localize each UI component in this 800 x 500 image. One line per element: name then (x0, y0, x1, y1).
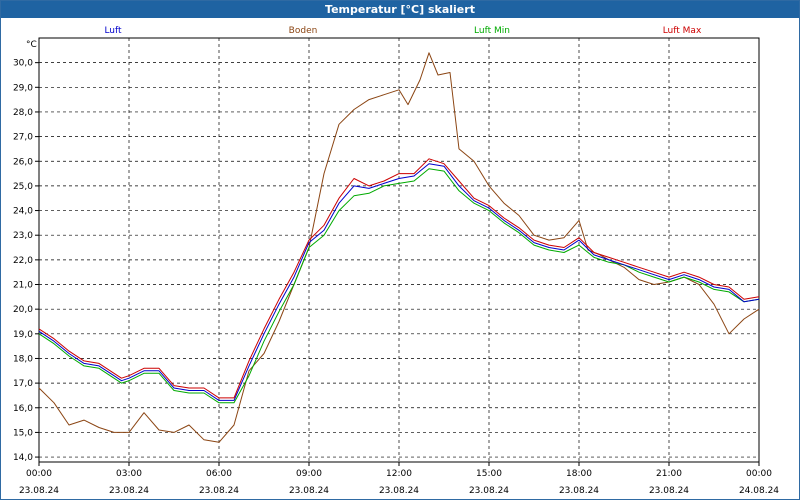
x-tick-date-label: 23.08.24 (109, 486, 149, 496)
x-tick-date-label: 23.08.24 (19, 486, 59, 496)
y-tick-label: 23,0 (13, 231, 33, 241)
temperature-chart: 14,0 15,0 16,0 17,0 18,0 19,0 20,0 21,0 22,0 23,0… (13, 26, 779, 496)
y-tick-label: 16,0 (13, 404, 33, 414)
x-tick-date-label: 23.08.24 (559, 486, 599, 496)
x-tick-date-label: 23.08.24 (199, 486, 239, 496)
x-tick-date-label: 23.08.24 (469, 486, 509, 496)
x-tick-date-label: 24.08.24 (739, 486, 779, 496)
legend-entry-boden: Boden (289, 26, 318, 36)
x-tick-date-label: 23.08.24 (379, 486, 419, 496)
y-tick-label: 24,0 (13, 207, 33, 217)
x-tick-time-label: 12:00 (386, 469, 412, 479)
x-tick-time-label: 00:00 (26, 469, 52, 479)
legend-entry-luft-min: Luft Min (474, 26, 510, 36)
y-tick-label: 18,0 (13, 354, 33, 364)
x-tick-time-label: 18:00 (566, 469, 592, 479)
y-tick-label: 26,0 (13, 157, 33, 167)
x-tick-time-label: 21:00 (656, 469, 682, 479)
y-tick-label: 14,0 (13, 453, 33, 463)
y-tick-label: 25,0 (13, 182, 33, 192)
y-axis-unit: °C (26, 40, 37, 50)
x-tick-date-label: 23.08.24 (289, 486, 329, 496)
y-tick-label: 22,0 (13, 256, 33, 266)
y-tick-label: 21,0 (13, 281, 33, 291)
x-tick-time-label: 00:00 (746, 469, 772, 479)
y-tick-label: 30,0 (13, 59, 33, 69)
x-tick-time-label: 09:00 (296, 469, 322, 479)
y-tick-label: 15,0 (13, 428, 33, 438)
x-tick-time-label: 06:00 (206, 469, 232, 479)
y-tick-label: 17,0 (13, 379, 33, 389)
y-tick-label: 29,0 (13, 83, 33, 93)
y-tick-label: 19,0 (13, 330, 33, 340)
x-tick-time-label: 03:00 (116, 469, 142, 479)
y-tick-label: 28,0 (13, 108, 33, 118)
y-tick-label: 20,0 (13, 305, 33, 315)
x-tick-date-label: 23.08.24 (649, 486, 689, 496)
legend-entry-luft-max: Luft Max (663, 26, 702, 36)
legend-entry-luft: Luft (104, 26, 122, 36)
x-tick-time-label: 15:00 (476, 469, 502, 479)
y-tick-label: 27,0 (13, 133, 33, 143)
